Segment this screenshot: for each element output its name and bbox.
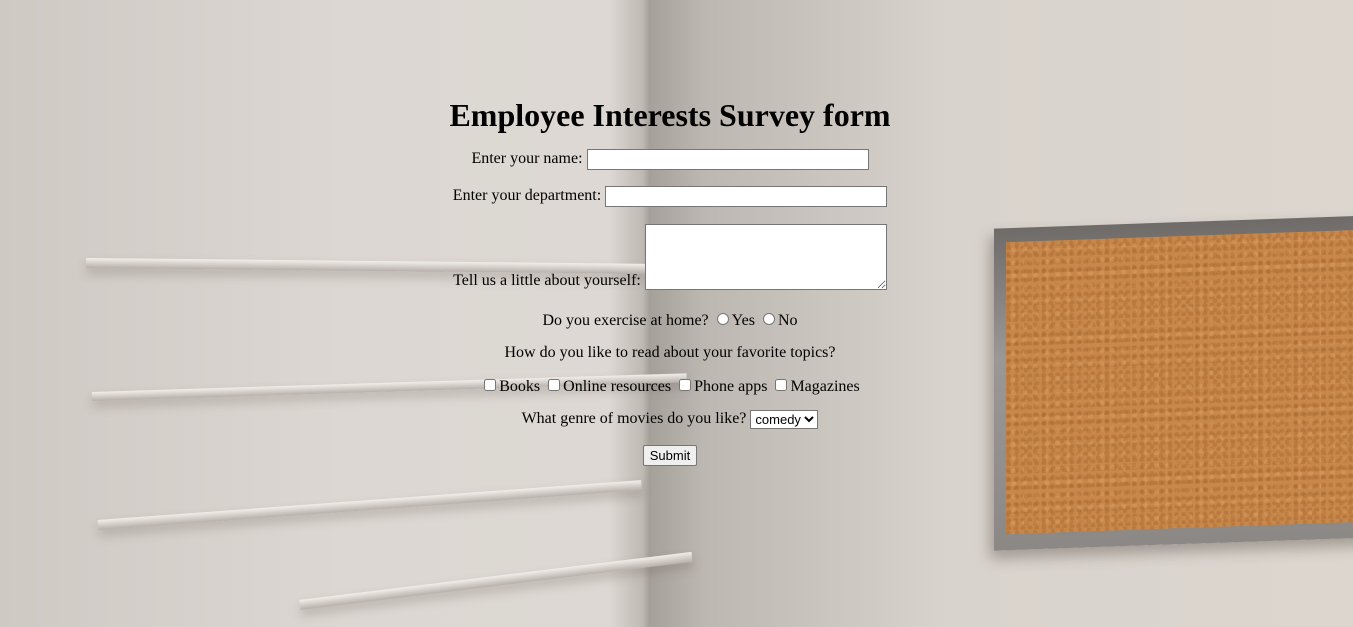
phone-apps-checkbox[interactable] xyxy=(679,379,692,391)
exercise-row: Do you exercise at home? Yes No xyxy=(0,312,1340,330)
department-input[interactable] xyxy=(605,186,888,207)
read-question-label: How do you like to read about your favor… xyxy=(504,344,836,361)
read-question-row: How do you like to read about your favor… xyxy=(0,344,1340,362)
exercise-yes-radio[interactable] xyxy=(716,313,729,325)
page-title: Employee Interests Survey form xyxy=(449,97,891,133)
online-resources-label: Online resources xyxy=(563,378,672,395)
department-label: Enter your department: xyxy=(452,187,602,205)
exercise-yes-label: Yes xyxy=(731,312,755,329)
exercise-no-radio[interactable] xyxy=(762,313,775,325)
about-textarea[interactable] xyxy=(644,224,887,290)
books-label: Books xyxy=(499,378,541,395)
submit-row: Submit xyxy=(0,445,1340,466)
survey-form: Employee Interests Survey form Enter you… xyxy=(0,0,1340,466)
name-label: Enter your name: xyxy=(471,150,583,168)
name-row: Enter your name: xyxy=(0,149,1340,170)
phone-apps-label: Phone apps xyxy=(694,378,768,395)
wall-shelf xyxy=(97,480,642,530)
exercise-label: Do you exercise at home? xyxy=(542,312,709,329)
about-row: Tell us a little about yourself: xyxy=(0,224,1340,290)
read-options-row: Books Online resources Phone apps Magazi… xyxy=(0,378,1340,396)
exercise-no-label: No xyxy=(777,312,798,329)
genre-row: What genre of movies do you like? comedy xyxy=(0,410,1340,429)
department-row: Enter your department: xyxy=(0,186,1340,207)
genre-label: What genre of movies do you like? xyxy=(521,410,747,428)
genre-select[interactable]: comedy xyxy=(750,410,819,429)
wall-shelf xyxy=(299,551,693,610)
magazines-checkbox[interactable] xyxy=(775,379,788,391)
books-checkbox[interactable] xyxy=(484,379,497,391)
magazines-label: Magazines xyxy=(790,378,860,395)
submit-button[interactable]: Submit xyxy=(642,445,698,466)
online-resources-checkbox[interactable] xyxy=(548,379,561,391)
about-label: Tell us a little about yourself: xyxy=(453,272,641,289)
name-input[interactable] xyxy=(586,149,869,170)
